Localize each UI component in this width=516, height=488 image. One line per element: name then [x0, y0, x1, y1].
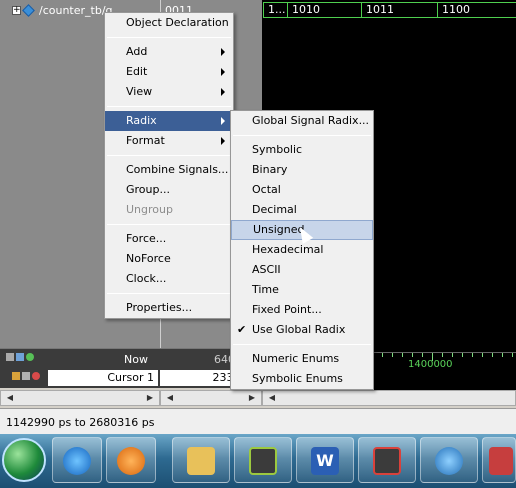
value-hscrollbar[interactable]: ◀ ▶: [160, 390, 262, 406]
internet-explorer-icon: [63, 447, 91, 475]
menu-item-add[interactable]: Add: [105, 42, 233, 62]
menu-item-format[interactable]: Format: [105, 131, 233, 151]
status-bar: 1142990 ps to 2680316 ps: [0, 408, 516, 434]
timeline-label: 1400000: [408, 359, 453, 370]
menu-item-properties[interactable]: Properties...: [105, 298, 233, 318]
menu-separator: [107, 224, 231, 225]
checkmark-icon: ✔: [237, 323, 247, 336]
menu-separator: [233, 135, 371, 136]
scroll-right-icon[interactable]: ▶: [245, 391, 259, 405]
submenu-arrow-icon: [221, 117, 225, 125]
submenu-arrow-icon: [221, 137, 225, 145]
explorer-folder-icon: [187, 447, 215, 475]
cursor-row: Cursor 1 2333.52: [0, 368, 262, 388]
radix-item-use-global-radix[interactable]: ✔ Use Global Radix: [231, 320, 373, 340]
wave-segment: 1100: [437, 2, 516, 18]
wave-segment: 1...: [263, 2, 288, 18]
menu-separator: [107, 155, 231, 156]
scroll-left-icon[interactable]: ◀: [163, 391, 177, 405]
signal-diamond-icon: [22, 3, 35, 17]
now-row: Now 640: [0, 348, 262, 368]
scroll-right-icon[interactable]: ▶: [143, 391, 157, 405]
menu-item-noforce[interactable]: NoForce: [105, 249, 233, 269]
network-icon: [435, 447, 463, 475]
menu-item-clock[interactable]: Clock...: [105, 269, 233, 289]
menu-item-object-declaration[interactable]: Object Declaration: [105, 13, 233, 33]
taskbar-explorer-button[interactable]: [172, 437, 230, 483]
app-icon: [489, 447, 513, 475]
toolbar-icons[interactable]: [6, 353, 34, 361]
cursor-tool-icons[interactable]: [12, 372, 40, 380]
remove-icon[interactable]: [32, 372, 40, 380]
modelsim-icon: [249, 447, 277, 475]
menu-item-force[interactable]: Force...: [105, 229, 233, 249]
radix-item-ascii[interactable]: ASCII: [231, 260, 373, 280]
menu-item-view[interactable]: View: [105, 82, 233, 102]
modelsim-icon-2: [373, 447, 401, 475]
wave-segment: 1010: [287, 2, 362, 18]
menu-item-group[interactable]: Group...: [105, 180, 233, 200]
taskbar: W: [0, 434, 516, 488]
signal-hscrollbar[interactable]: ◀ ▶: [0, 390, 160, 406]
radix-item-decimal[interactable]: Decimal: [231, 200, 373, 220]
menu-separator: [107, 37, 231, 38]
pencil-icon[interactable]: [22, 372, 30, 380]
taskbar-modelsim-button[interactable]: [234, 437, 292, 483]
menu-separator: [233, 344, 371, 345]
taskbar-ie-button[interactable]: [52, 437, 102, 483]
signal-name[interactable]: /counter_tb/q: [39, 4, 113, 17]
menu-item-ungroup: Ungroup: [126, 203, 173, 216]
menu-separator: [107, 106, 231, 107]
taskbar-network-button[interactable]: [420, 437, 478, 483]
menu-separator: [107, 293, 231, 294]
time-range-text: 1142990 ps to 2680316 ps: [6, 416, 155, 429]
menu-item-radix[interactable]: Radix: [105, 111, 233, 131]
submenu-arrow-icon: [221, 88, 225, 96]
radix-item-numeric-enums[interactable]: Numeric Enums: [231, 349, 373, 369]
add-icon[interactable]: [26, 353, 34, 361]
wave-tool-icon[interactable]: [6, 353, 14, 361]
word-icon: W: [311, 447, 339, 475]
wave-hscrollbar[interactable]: ◀: [262, 390, 516, 406]
scroll-left-icon[interactable]: ◀: [3, 391, 17, 405]
taskbar-modelsim2-button[interactable]: [358, 437, 416, 483]
media-player-icon: [117, 447, 145, 475]
scroll-left-icon[interactable]: ◀: [265, 391, 279, 405]
context-menu[interactable]: Object Declaration Add Edit View Radix F…: [104, 12, 234, 319]
radix-item-symbolic[interactable]: Symbolic: [231, 140, 373, 160]
expand-icon[interactable]: +: [12, 5, 21, 15]
radix-submenu[interactable]: Global Signal Radix... Symbolic Binary O…: [230, 110, 374, 390]
menu-item-combine-signals[interactable]: Combine Signals...: [105, 160, 233, 180]
zoom-icon[interactable]: [16, 353, 24, 361]
taskbar-word-button[interactable]: W: [296, 437, 354, 483]
taskbar-media-button[interactable]: [106, 437, 156, 483]
wave-segment: 1011: [361, 2, 438, 18]
cursor-label[interactable]: Cursor 1: [48, 370, 158, 386]
menu-item-edit[interactable]: Edit: [105, 62, 233, 82]
radix-item-symbolic-enums[interactable]: Symbolic Enums: [231, 369, 373, 389]
radix-item-global-signal-radix[interactable]: Global Signal Radix...: [231, 111, 373, 131]
submenu-arrow-icon: [221, 48, 225, 56]
radix-item-octal[interactable]: Octal: [231, 180, 373, 200]
lock-icon[interactable]: [12, 372, 20, 380]
radix-item-binary[interactable]: Binary: [231, 160, 373, 180]
radix-item-fixed-point[interactable]: Fixed Point...: [231, 300, 373, 320]
radix-item-time[interactable]: Time: [231, 280, 373, 300]
now-label: Now: [124, 353, 148, 366]
start-orb-icon[interactable]: [2, 438, 46, 482]
taskbar-app-button[interactable]: [482, 437, 516, 483]
submenu-arrow-icon: [221, 68, 225, 76]
